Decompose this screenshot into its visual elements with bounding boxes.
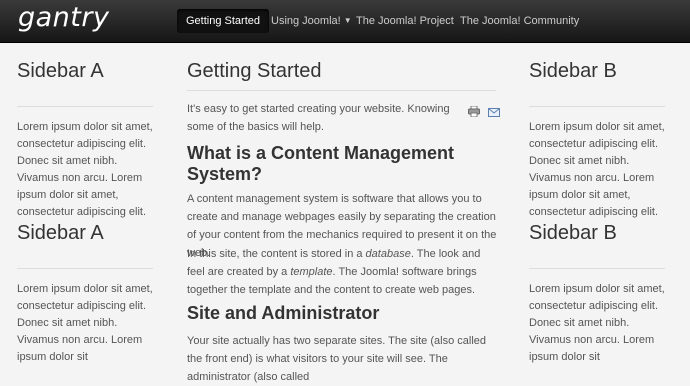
sidebar-a-text: Lorem ipsum dolor sit amet, consectetur …	[17, 121, 153, 218]
top-navigation-bar: gantry Getting Started Using Joomla! ▼ Th…	[0, 0, 690, 43]
paragraph-site: In this site, the content is stored in a…	[187, 245, 497, 299]
page-title: Getting Started	[187, 60, 322, 82]
sidebar-a-title: Sidebar A	[17, 222, 153, 269]
emphasis-database: database	[365, 248, 411, 260]
nav-using-joomla[interactable]: Using Joomla! ▼	[271, 9, 352, 33]
intro-paragraph: It's easy to get started creating your w…	[187, 103, 450, 133]
sidebar-b-text: Lorem ipsum dolor sit amet, consectetur …	[529, 121, 665, 218]
nav-joomla-community[interactable]: The Joomla! Community	[460, 9, 579, 33]
heading-site-admin: Site and Administrator	[187, 303, 380, 323]
emphasis-template: template	[290, 266, 333, 278]
title-divider	[187, 90, 496, 91]
site-logo[interactable]: gantry	[18, 2, 109, 33]
chevron-down-icon: ▼	[343, 16, 352, 25]
sidebar-b-title: Sidebar B	[529, 222, 665, 269]
sidebar-a-text: Lorem ipsum dolor sit amet, consectetur …	[17, 283, 153, 363]
heading-cms: What is a Content Management System?	[187, 143, 455, 184]
sidebar-a-module-2: Sidebar A Lorem ipsum dolor sit amet, co…	[17, 222, 153, 366]
nav-using-joomla-label: Using Joomla!	[271, 15, 341, 27]
article-actions	[468, 104, 504, 122]
sidebar-b-module-1: Sidebar B Lorem ipsum dolor sit amet, co…	[529, 60, 665, 221]
sidebar-b-title: Sidebar B	[529, 60, 665, 107]
sidebar-b-text: Lorem ipsum dolor sit amet, consectetur …	[529, 283, 665, 363]
email-icon[interactable]	[488, 104, 501, 122]
nav-getting-started[interactable]: Getting Started	[177, 9, 269, 33]
paragraph-admin: Your site actually has two separate site…	[187, 335, 486, 383]
sidebar-a-module-1: Sidebar A Lorem ipsum dolor sit amet, co…	[17, 60, 153, 221]
nav-joomla-project[interactable]: The Joomla! Project	[356, 9, 454, 33]
sidebar-a-title: Sidebar A	[17, 60, 153, 107]
paragraph-site-text-1: In this site, the content is stored in a	[187, 248, 366, 260]
sidebar-b-module-2: Sidebar B Lorem ipsum dolor sit amet, co…	[529, 222, 665, 366]
